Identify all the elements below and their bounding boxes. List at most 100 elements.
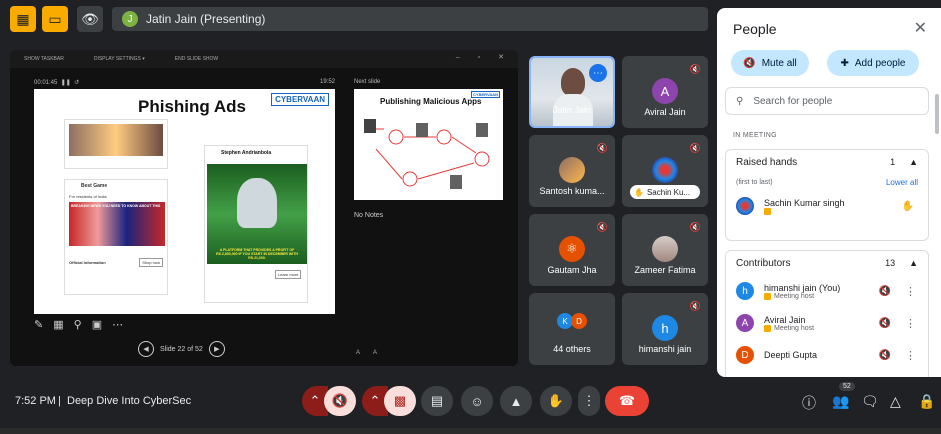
display-settings-button[interactable]: DISPLAY SETTINGS ▾ bbox=[94, 56, 145, 62]
mic-off-icon[interactable]: 🔇 bbox=[879, 318, 891, 329]
fb-ad-card-stephen: Stephen Andrianbola A PLATFORM THAT PROV… bbox=[204, 145, 308, 303]
people-icon[interactable]: 👥 bbox=[832, 393, 849, 410]
tile-name: Gautam Jha bbox=[547, 265, 597, 275]
list-item: Sachin Kumar singh ✋ bbox=[726, 190, 928, 222]
tile-name: Aviral Jain bbox=[644, 107, 686, 117]
mic-off-icon[interactable]: 🔇 bbox=[879, 350, 891, 361]
leave-call-button[interactable]: ☎ bbox=[605, 386, 649, 416]
activities-icon[interactable]: △ bbox=[890, 393, 901, 410]
mic-off-icon: 🔇 bbox=[743, 57, 756, 69]
zoom-icon[interactable]: ⚲ bbox=[74, 318, 82, 331]
screen-icon[interactable]: ▣ bbox=[92, 318, 102, 331]
more-vert-icon[interactable]: ⋮ bbox=[905, 317, 916, 330]
hide-captions-icon[interactable]: ▦ bbox=[10, 6, 36, 32]
avatar: ⚛ bbox=[559, 236, 585, 262]
show-taskbar-button[interactable]: SHOW TASKBAR bbox=[24, 56, 64, 62]
font-size-controls[interactable]: A A bbox=[356, 350, 383, 356]
stephen-name: Stephen Andrianbola bbox=[221, 150, 272, 156]
more-vert-icon[interactable]: ⋮ bbox=[905, 349, 916, 362]
person-figure bbox=[237, 178, 277, 228]
top-bar: ▦ ▭ 👁 J Jatin Jain (Presenting) bbox=[0, 0, 716, 38]
current-slide: Phishing Ads CYBERVAAN Best Game For res… bbox=[34, 89, 335, 314]
hand-icon: ✋ bbox=[547, 393, 565, 408]
raised-hands-section: Raised hands 1 ▲ (first to last) Lower a… bbox=[725, 149, 929, 241]
raised-hands-header[interactable]: Raised hands 1 ▲ bbox=[726, 150, 928, 174]
tile-aviral-jain[interactable]: 🔇 A Aviral Jain bbox=[622, 56, 708, 128]
emoji-button[interactable]: ☺ bbox=[461, 386, 493, 416]
arrow-3 bbox=[451, 136, 477, 154]
more-vert-icon[interactable]: ⋮ bbox=[905, 285, 916, 298]
layout-icon[interactable]: ▭ bbox=[42, 6, 68, 32]
pen-icon[interactable]: ✎ bbox=[34, 318, 43, 331]
avatar: D bbox=[736, 346, 754, 364]
avatar: h bbox=[652, 315, 678, 341]
chevron-up-icon[interactable]: ▲ bbox=[909, 258, 918, 268]
in-meeting-label: IN MEETING bbox=[733, 132, 777, 139]
tile-zameer-fatima[interactable]: 🔇 Zameer Fatima bbox=[622, 214, 708, 286]
host-controls-icon[interactable]: 🔒 bbox=[918, 393, 935, 410]
tile-sachin[interactable]: 🔇 ✋ Sachin Ku... bbox=[622, 135, 708, 207]
store-figure bbox=[476, 123, 488, 137]
more-options-icon[interactable]: ⋯ bbox=[589, 64, 607, 82]
arrow-5 bbox=[375, 148, 403, 180]
mic-toggle-button[interactable]: 🔇 bbox=[324, 386, 356, 416]
close-icon[interactable]: ✕ bbox=[914, 18, 927, 38]
chevron-up-icon[interactable]: ▲ bbox=[909, 157, 918, 167]
mic-off-icon: 🔇 bbox=[689, 143, 701, 153]
present-button[interactable]: ▲ bbox=[500, 386, 532, 416]
chat-icon[interactable]: 🗨 bbox=[861, 393, 879, 410]
grid-view-icon[interactable]: ▦ bbox=[53, 318, 63, 331]
ad-image bbox=[69, 124, 163, 156]
mute-all-button[interactable]: 🔇 Mute all bbox=[731, 50, 809, 76]
tile-others[interactable]: K D 44 others bbox=[529, 293, 615, 365]
card-title: Best Game bbox=[81, 183, 108, 189]
emoji-icon: ☺ bbox=[470, 393, 484, 409]
tile-himanshi-jain[interactable]: 🔇 h himanshi jain bbox=[622, 293, 708, 365]
info-icon[interactable]: ⓘ bbox=[802, 393, 816, 413]
captions-button[interactable]: ▤ bbox=[421, 386, 453, 416]
official-info: Official Information bbox=[69, 260, 106, 265]
person-name: himanshi jain (You) bbox=[764, 282, 841, 293]
raised-hand-pill: ✋ Sachin Ku... bbox=[630, 185, 700, 199]
people-panel: People ✕ 🔇 Mute all ✚ Add people ⚲ Searc… bbox=[717, 8, 941, 377]
hangup-icon: ☎ bbox=[618, 393, 636, 408]
tile-santosh[interactable]: 🔇 Santosh kuma... bbox=[529, 135, 615, 207]
promo-text: A PLATFORM THAT PROVIDES A PROFIT OF RS.… bbox=[216, 248, 298, 260]
tile-name: 44 others bbox=[553, 344, 591, 354]
list-item: A Aviral Jain Meeting host 🔇 ⋮ bbox=[726, 307, 928, 339]
contributors-section: Contributors 13 ▲ h himanshi jain (You) … bbox=[725, 250, 929, 377]
presenter-label: Jatin Jain (Presenting) bbox=[146, 12, 266, 26]
search-input[interactable]: ⚲ Search for people bbox=[725, 87, 929, 115]
eye-icon[interactable]: 👁 bbox=[77, 6, 103, 32]
mic-off-icon[interactable]: 🔇 bbox=[879, 286, 891, 297]
camera-toggle-button[interactable]: ▩ bbox=[384, 386, 416, 416]
tile-jatin-jain[interactable]: ⋯ Jatin Jain bbox=[529, 56, 615, 128]
fb-ad-card-best-game: Best Game For residents of India BREAKIN… bbox=[64, 179, 168, 295]
avatar: A bbox=[652, 78, 678, 104]
step-02-circle bbox=[436, 129, 452, 145]
end-slide-show-button[interactable]: END SLIDE SHOW bbox=[175, 56, 218, 62]
ppt-tools: ✎ ▦ ⚲ ▣ ⋯ bbox=[34, 318, 123, 331]
presenting-banner: J Jatin Jain (Presenting) bbox=[112, 7, 708, 31]
learn-more-button: Learn more bbox=[275, 270, 302, 279]
scrollbar[interactable] bbox=[935, 94, 939, 134]
more-options-button[interactable]: ⋮ bbox=[578, 386, 600, 416]
avatar bbox=[559, 157, 585, 183]
next-slide-icon[interactable]: ▶ bbox=[208, 341, 225, 357]
more-options-icon[interactable]: ⋯ bbox=[112, 318, 123, 331]
lower-all-button[interactable]: Lower all bbox=[886, 178, 918, 187]
ppt-toolbar: SHOW TASKBAR DISPLAY SETTINGS ▾ END SLID… bbox=[10, 50, 518, 68]
prev-slide-icon[interactable]: ◀ bbox=[138, 341, 154, 357]
slide-counter: Slide 22 of 52 bbox=[160, 345, 203, 353]
malicious-apps-diagram bbox=[364, 119, 490, 189]
step-04-circle bbox=[402, 171, 418, 187]
others-avatars: K D bbox=[557, 313, 587, 329]
add-people-button[interactable]: ✚ Add people bbox=[827, 50, 919, 76]
hand-icon[interactable]: ✋ bbox=[902, 201, 914, 212]
present-icon: ▲ bbox=[509, 393, 523, 409]
raise-hand-button[interactable]: ✋ bbox=[540, 386, 572, 416]
person-name: Deepti Gupta bbox=[764, 350, 818, 360]
tile-gautam-jha[interactable]: 🔇 ⚛ Gautam Jha bbox=[529, 214, 615, 286]
avatar bbox=[736, 197, 754, 215]
contributors-header[interactable]: Contributors 13 ▲ bbox=[726, 251, 928, 275]
